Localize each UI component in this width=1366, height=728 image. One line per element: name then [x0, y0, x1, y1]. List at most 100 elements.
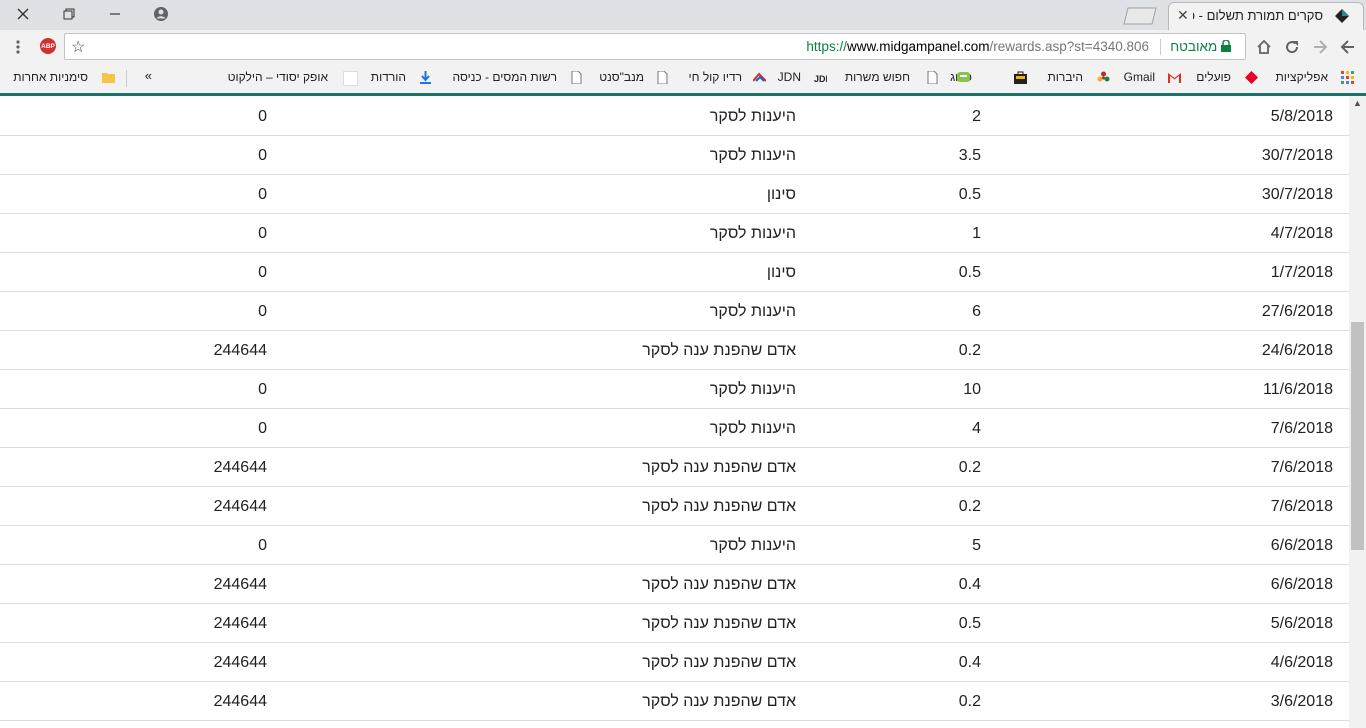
row-amount: 0.5: [958, 264, 981, 281]
page-icon: [657, 71, 668, 84]
row-date: 6/6/2018: [1270, 537, 1333, 554]
bookmark-tax-authority[interactable]: רשות המסים - כניסה: [445, 70, 557, 84]
bookmark-apps[interactable]: אפליקציות: [1276, 70, 1328, 84]
close-icon: [17, 8, 29, 20]
row-cells: 5/6/2018 0.5 אדם שהפנת ענה לסקר 244644: [0, 603, 1349, 643]
adblock-extension-icon[interactable]: ABP: [40, 38, 56, 54]
table-row: 27/6/2018 6 היענות לסקר 0: [0, 291, 1349, 331]
row-date: 11/6/2018: [1263, 381, 1333, 398]
apps-grid-icon: [1341, 71, 1354, 84]
row-date: 6/6/2018: [1270, 576, 1333, 593]
row-source: היענות לסקר: [709, 420, 796, 437]
row-amount: 0.4: [958, 654, 981, 671]
row-amount: 2: [972, 108, 981, 125]
url-text: https://www.midgampanel.com/rewards.asp?…: [806, 39, 1149, 54]
close-window-button[interactable]: [0, 0, 46, 28]
title-bar: ✕ סקרים תמורת תשלום - פ: [0, 0, 1366, 30]
row-amount: 0.4: [958, 576, 981, 593]
row-referral-id: 0: [258, 303, 267, 320]
active-tab[interactable]: ✕ סקרים תמורת תשלום - פ: [1168, 2, 1364, 30]
minimize-icon: [110, 13, 120, 15]
bookmark-other-bookmarks[interactable]: סימניות אחרות: [13, 70, 88, 84]
row-source: אדם שהפנת ענה לסקר: [642, 342, 796, 359]
forward-button[interactable]: [1309, 36, 1331, 58]
home-button[interactable]: [1253, 36, 1275, 58]
bookmark-gmail[interactable]: Gmail: [1124, 70, 1155, 84]
table-row: 24/6/2018 0.2 אדם שהפנת ענה לסקר 244644: [0, 330, 1349, 370]
scroll-up-arrow-icon[interactable]: ▲: [1353, 98, 1362, 108]
table-row: 6/6/2018 0.4 אדם שהפנת ענה לסקר 244644: [0, 564, 1349, 604]
table-row: 5/6/2018 0.5 אדם שהפנת ענה לסקר 244644: [0, 603, 1349, 643]
gmail-icon: [1168, 73, 1181, 83]
bookmark-star-icon[interactable]: ☆: [71, 37, 85, 57]
row-date: 7/6/2018: [1270, 420, 1333, 437]
green-chat-icon: [957, 72, 970, 82]
row-date: 4/6/2018: [1270, 654, 1333, 671]
row-date: 7/6/2018: [1270, 459, 1333, 476]
address-bar[interactable]: ☆ https://www.midgampanel.com/rewards.as…: [64, 33, 1246, 60]
row-referral-id: 244644: [213, 615, 267, 632]
bookmark-poalim[interactable]: פועלים: [1196, 70, 1231, 84]
row-amount: 5: [972, 537, 981, 554]
bookmark-ofek[interactable]: אופק יסודי – הילקוט: [228, 70, 328, 84]
rewards-table-area: 5/8/2018 2 היענות לסקר 0 30/7/2018 3.5 היענות …: [0, 96, 1349, 728]
reload-icon: [1286, 41, 1299, 54]
row-cells: 4/7/2018 1 היענות לסקר 0: [0, 213, 1349, 253]
row-source: היענות לסקר: [709, 381, 796, 398]
table-row: 4/7/2018 1 היענות לסקר 0: [0, 213, 1349, 253]
row-amount: 0.2: [958, 459, 981, 476]
row-source: היענות לסקר: [709, 108, 796, 125]
row-cells: 1/7/2018 0.5 סינון 0: [0, 252, 1349, 292]
row-cells: 30/7/2018 3.5 היענות לסקר 0: [0, 135, 1349, 175]
table-row: 30/7/2018 0.5 סינון 0: [0, 174, 1349, 214]
profile-icon: [154, 7, 168, 21]
table-row: 7/6/2018 4 היענות לסקר 0: [0, 408, 1349, 448]
download-icon: [420, 71, 431, 84]
row-date: 27/6/2018: [1261, 303, 1333, 320]
table-row: 11/6/2018 10 היענות לסקר 0: [0, 369, 1349, 409]
new-tab-button[interactable]: [1122, 7, 1158, 25]
back-button[interactable]: [1337, 36, 1359, 58]
row-source: אדם שהפנת ענה לסקר: [642, 693, 796, 710]
row-cells: 11/6/2018 10 היענות לסקר 0: [0, 369, 1349, 409]
row-referral-id: 244644: [213, 498, 267, 515]
bookmark-job-search[interactable]: חפוש משרות: [845, 70, 910, 84]
bookmark-hivrut[interactable]: היברות: [1048, 70, 1083, 84]
address-separator: [1160, 39, 1161, 55]
page-icon: [927, 71, 938, 84]
kebab-menu-icon: [16, 40, 20, 54]
row-source: אדם שהפנת ענה לסקר: [642, 459, 796, 476]
minimize-window-button[interactable]: [92, 0, 138, 28]
bookmarks-overflow-button[interactable]: »: [145, 68, 152, 83]
secure-indicator[interactable]: מאובטח: [1170, 39, 1231, 54]
row-cells: 6/6/2018 5 היענות לסקר 0: [0, 525, 1349, 565]
profile-button[interactable]: [138, 0, 184, 28]
bookmark-downloads[interactable]: הורדות: [371, 70, 406, 84]
back-arrow-icon: [1340, 40, 1354, 54]
row-amount: 6: [972, 303, 981, 320]
row-date: 30/7/2018: [1261, 186, 1333, 203]
row-referral-id: 0: [258, 225, 267, 242]
row-referral-id: 244644: [213, 693, 267, 710]
row-amount: 3.5: [958, 147, 981, 164]
row-source: סינון: [766, 264, 796, 281]
row-referral-id: 0: [258, 537, 267, 554]
diamond-icon: [1245, 71, 1258, 84]
bookmark-radio-kol-chai[interactable]: רדיו קול חי: [688, 70, 742, 84]
row-amount: 0.5: [958, 186, 981, 203]
row-date: 4/7/2018: [1270, 225, 1333, 242]
toolbar: ☆ https://www.midgampanel.com/rewards.as…: [0, 30, 1366, 64]
reload-button[interactable]: [1281, 36, 1303, 58]
shopping-bag-icon: [1014, 71, 1027, 84]
restore-window-button[interactable]: [46, 0, 92, 28]
row-referral-id: 0: [258, 186, 267, 203]
menu-button[interactable]: [7, 36, 29, 58]
scrollbar-thumb[interactable]: [1351, 322, 1364, 550]
row-source: אדם שהפנת ענה לסקר: [642, 615, 796, 632]
bookmark-manabsent[interactable]: מנב"סנט: [599, 70, 644, 84]
bookmark-jdn[interactable]: JDN: [778, 70, 801, 84]
row-source: היענות לסקר: [709, 147, 796, 164]
tab-close-icon[interactable]: ✕: [1177, 7, 1189, 24]
row-date: 1/7/2018: [1270, 264, 1333, 281]
page-scrollbar[interactable]: ▲: [1349, 96, 1366, 728]
